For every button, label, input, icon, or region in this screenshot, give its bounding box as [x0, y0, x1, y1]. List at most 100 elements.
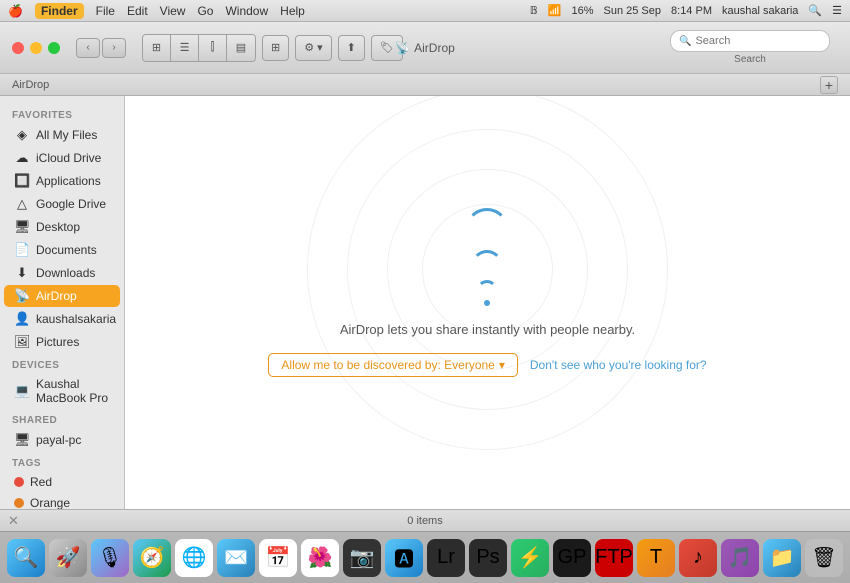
edit-menu[interactable]: Edit [127, 4, 148, 18]
dock-finder[interactable]: 🔍 [7, 539, 45, 577]
search-label: Search [670, 54, 830, 65]
sidebar-item-label: All My Files [36, 128, 97, 142]
devices-section-label: Devices [0, 354, 124, 373]
airdrop-icon: 📡 [14, 288, 30, 304]
favorites-section-label: Favorites [0, 104, 124, 123]
view-menu[interactable]: View [160, 4, 186, 18]
share-icon: ⬆ [347, 41, 356, 54]
bluetooth-icon: 𝔹 [530, 4, 538, 17]
date-time: Sun 25 Sep [604, 5, 662, 17]
cover-flow-button[interactable]: ▤ [227, 35, 255, 61]
icon-view-button[interactable]: ⊞ [143, 35, 171, 61]
list-view-button[interactable]: ☰ [171, 35, 199, 61]
battery-status: 16% [571, 5, 593, 17]
add-tab-button[interactable]: + [820, 76, 838, 94]
sidebar-item-label: Kaushal MacBook Pro [36, 377, 110, 405]
share-button[interactable]: ⬆ [338, 35, 365, 61]
all-files-icon: ◈ [14, 127, 30, 143]
dock-itunes[interactable]: 🎵 [721, 539, 759, 577]
dock-music[interactable]: ♪ [679, 539, 717, 577]
maximize-button[interactable] [48, 42, 60, 54]
arrange-icon: ⊞ [271, 41, 280, 54]
search-icon: 🔍 [679, 36, 691, 47]
sidebar-item-label: Orange [30, 496, 70, 509]
items-count: 0 items [407, 515, 442, 527]
sidebar-item-icloud-drive[interactable]: ☁ iCloud Drive [4, 147, 120, 169]
sidebar-item-payal-pc[interactable]: 🖥 payal-pc [4, 429, 120, 451]
search-menubar-icon[interactable]: 🔍 [808, 4, 822, 17]
sidebar-item-macbook[interactable]: 💻 Kaushal MacBook Pro [4, 374, 120, 408]
minimize-button[interactable] [30, 42, 42, 54]
sidebar-item-tag-red[interactable]: Red [4, 472, 120, 492]
dock-siri[interactable]: 🎙 [91, 539, 129, 577]
tag-dot-red [14, 477, 24, 487]
sidebar-item-downloads[interactable]: ⬇ Downloads [4, 262, 120, 284]
window-controls [12, 42, 60, 54]
sidebar-item-desktop[interactable]: 🖥 Desktop [4, 216, 120, 238]
forward-button[interactable]: › [102, 38, 126, 58]
airdrop-content: AirDrop lets you share instantly with pe… [125, 96, 850, 509]
sidebar-item-documents[interactable]: 📄 Documents [4, 239, 120, 261]
sidebar-item-airdrop[interactable]: 📡 AirDrop [4, 285, 120, 307]
sidebar-item-kaushalsakaria[interactable]: 👤 kaushalsakaria [4, 308, 120, 330]
statusbar-close-button[interactable]: ✕ [8, 513, 19, 529]
help-menu[interactable]: Help [280, 4, 305, 18]
dock-lightroom[interactable]: Lr [427, 539, 465, 577]
action-button[interactable]: ⚙ ▾ [295, 35, 331, 61]
search-box[interactable]: 🔍 [670, 30, 830, 52]
downloads-icon: ⬇ [14, 265, 30, 281]
sidebar-item-google-drive[interactable]: △ Google Drive [4, 193, 120, 215]
dock-safari[interactable]: 🧭 [133, 539, 171, 577]
dock-photos[interactable]: 🌺 [301, 539, 339, 577]
dock-gopro[interactable]: GP [553, 539, 591, 577]
desktop-icon: 🖥 [14, 219, 30, 235]
search-container: 🔍 Search [670, 30, 830, 65]
window-title: 📡 AirDrop [395, 41, 455, 55]
sidebar-item-applications[interactable]: 🔲 Applications [4, 170, 120, 192]
dock-calendar[interactable]: 📅 [259, 539, 297, 577]
dock-trash[interactable]: 🗑 [805, 539, 843, 577]
dock-launchpad[interactable]: 🚀 [49, 539, 87, 577]
applications-icon: 🔲 [14, 173, 30, 189]
sidebar-item-label: Red [30, 475, 52, 489]
breadcrumb: AirDrop [12, 79, 49, 91]
window-menu[interactable]: Window [225, 4, 268, 18]
close-button[interactable] [12, 42, 24, 54]
search-input[interactable] [695, 35, 821, 47]
dock-files[interactable]: 📁 [763, 539, 801, 577]
dock-ftpapp[interactable]: FTP [595, 539, 633, 577]
dock-mail[interactable]: ✉️ [217, 539, 255, 577]
user-folder-icon: 👤 [14, 311, 30, 327]
sidebar-item-pictures[interactable]: 🖼 Pictures [4, 331, 120, 353]
dock-todo[interactable]: T [637, 539, 675, 577]
apple-menu[interactable]: 🍎 [8, 4, 23, 18]
sidebar-item-tag-orange[interactable]: Orange [4, 493, 120, 509]
airdrop-icon-small: 📡 [395, 41, 410, 55]
shared-pc-icon: 🖥 [14, 432, 30, 448]
dock-unknown1[interactable]: ⚡ [511, 539, 549, 577]
sidebar-item-all-my-files[interactable]: ◈ All My Files [4, 124, 120, 146]
column-view-button[interactable]: ⫿ [199, 35, 227, 61]
finder-window: ‹ › 📡 AirDrop ⊞ ☰ ⫿ ▤ ⊞ ⚙ ▾ ⬆ [0, 22, 850, 531]
back-button[interactable]: ‹ [76, 38, 100, 58]
sidebar-item-label: AirDrop [36, 289, 77, 303]
wifi-icon: 📶 [548, 4, 562, 17]
list-icon[interactable]: ☰ [832, 4, 842, 17]
finder-menu[interactable]: Finder [35, 3, 84, 19]
time-display: 8:14 PM [671, 5, 712, 17]
menubar: 🍎 Finder File Edit View Go Window Help 𝔹… [0, 0, 850, 22]
sidebar-item-label: payal-pc [36, 433, 81, 447]
file-menu[interactable]: File [96, 4, 115, 18]
documents-icon: 📄 [14, 242, 30, 258]
go-menu[interactable]: Go [197, 4, 213, 18]
username-display: kaushal sakaria [722, 5, 798, 17]
pictures-icon: 🖼 [14, 334, 30, 350]
dock-camera[interactable]: 📷 [343, 539, 381, 577]
tags-icon: 🏷 [380, 41, 394, 54]
dock-chrome[interactable]: 🌐 [175, 539, 213, 577]
tags-section-label: Tags [0, 452, 124, 471]
dock-appstore[interactable]: 🅰 [385, 539, 423, 577]
sidebar-item-label: Google Drive [36, 197, 106, 211]
dock-photoshop[interactable]: Ps [469, 539, 507, 577]
arrange-button[interactable]: ⊞ [262, 35, 289, 61]
